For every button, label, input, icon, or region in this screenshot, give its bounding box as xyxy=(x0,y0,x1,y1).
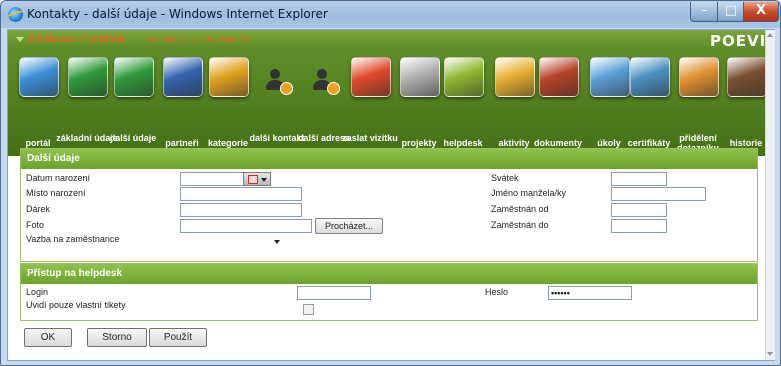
folder-icon xyxy=(539,57,579,97)
vertical-scrollbar[interactable] xyxy=(765,30,775,360)
birth-place-label: Místo narození xyxy=(26,188,86,198)
own-tickets-label: Uvidí pouze vlastní tikety xyxy=(26,300,126,310)
chevron-down-icon xyxy=(261,178,267,182)
cancel-button[interactable]: Storno xyxy=(87,328,147,347)
books-icon xyxy=(727,57,767,97)
window-title: Kontakty - další údaje - Windows Interne… xyxy=(27,7,328,21)
scroll-up-icon[interactable] xyxy=(767,33,773,37)
internet-explorer-icon xyxy=(8,7,23,22)
toolbar-item-13[interactable]: certifikáty xyxy=(627,50,671,156)
toolbar-item-2[interactable]: další údaje xyxy=(110,50,156,156)
toolbar-item-7[interactable]: zaslat vizitku xyxy=(342,50,398,156)
cabinet-icon xyxy=(400,57,440,97)
chevron-down-icon xyxy=(274,240,280,244)
page-content: Zvrškovec František Homolo, s.r.o. / Pro… xyxy=(7,29,775,361)
employed-to-label: Zaměstnán do xyxy=(491,220,549,230)
browser-window: Kontakty - další údaje - Windows Interne… xyxy=(0,0,781,366)
browse-button[interactable]: Procházet... xyxy=(315,218,383,234)
maximize-button[interactable]: □ xyxy=(717,2,745,22)
person-card-icon xyxy=(68,57,108,97)
email-export-icon xyxy=(351,57,391,97)
helpdesk-panel-title: Přístup na helpdesk xyxy=(21,264,757,284)
toolbar-item-0[interactable]: portál xyxy=(16,50,60,156)
details-panel: Další údaje Datum narození Místo narozen… xyxy=(20,148,758,262)
calendar-picker-button[interactable] xyxy=(243,172,271,186)
employee-link-label: Vazba na zaměstnance xyxy=(26,234,120,244)
globe-icon xyxy=(19,57,59,97)
gift-input[interactable] xyxy=(180,203,302,217)
photo-file-input[interactable] xyxy=(180,219,312,233)
title-bar: Kontakty - další údaje - Windows Interne… xyxy=(1,1,780,28)
ok-button[interactable]: OK xyxy=(24,328,72,347)
contact-company: Homolo, s.r.o. / Prodejna ČR xyxy=(148,35,250,44)
password-label: Heslo xyxy=(485,287,509,297)
certificate-icon xyxy=(630,57,670,97)
binders-icon xyxy=(209,57,249,97)
minimize-button[interactable]: – xyxy=(690,2,719,22)
module-toolbar: portál základní údaje další údaje partneři k… xyxy=(8,50,768,156)
photo-label: Foto xyxy=(26,220,45,230)
collapse-arrow-icon[interactable] xyxy=(16,37,24,42)
scroll-down-icon[interactable] xyxy=(767,352,773,356)
apply-button[interactable]: Použít xyxy=(149,328,207,347)
login-label: Login xyxy=(26,287,49,297)
employed-from-label: Zaměstnán od xyxy=(491,204,549,214)
person-card-icon xyxy=(114,57,154,97)
password-input[interactable]: •••••• xyxy=(548,286,632,300)
employee-link-select[interactable] xyxy=(180,235,282,247)
birth-date-label: Datum narození xyxy=(26,173,91,183)
spouse-name-label: Jméno manžela/ky xyxy=(491,188,567,198)
employed-to-input[interactable] xyxy=(611,219,667,233)
contact-name: Zvrškovec František xyxy=(28,34,125,45)
name-day-input[interactable] xyxy=(611,172,667,186)
helpdesk-access-panel: Přístup na helpdesk Login Uvidí pouze vl… xyxy=(20,263,758,321)
details-panel-title: Další údaje xyxy=(21,149,757,169)
close-button[interactable]: X xyxy=(743,2,779,22)
checklist-icon xyxy=(590,57,630,97)
app-logo: POEVI xyxy=(710,32,767,50)
questionnaire-icon xyxy=(679,57,719,97)
toolbar-item-15[interactable]: historie xyxy=(724,50,768,156)
employed-from-input[interactable] xyxy=(611,203,667,217)
factory-icon xyxy=(163,57,203,97)
birth-date-input[interactable] xyxy=(180,172,244,186)
calendar-icon xyxy=(495,57,535,97)
add-person-icon xyxy=(305,57,343,95)
login-input[interactable] xyxy=(297,286,371,300)
toolbar-item-11[interactable]: dokumenty xyxy=(534,50,582,156)
spouse-name-input[interactable] xyxy=(611,187,706,201)
add-person-icon xyxy=(258,57,296,95)
gift-label: Dárek xyxy=(26,204,51,214)
toolbar-item-4[interactable]: kategorie xyxy=(206,50,250,156)
calendar-icon xyxy=(248,175,258,184)
birth-place-input[interactable] xyxy=(180,187,302,201)
hd-gear-icon xyxy=(444,57,484,97)
own-tickets-checkbox[interactable] xyxy=(303,304,314,315)
name-day-label: Svátek xyxy=(491,173,519,183)
toolbar-item-9[interactable]: helpdesk xyxy=(441,50,485,156)
contact-header-bar: Zvrškovec František Homolo, s.r.o. / Pro… xyxy=(8,30,765,50)
